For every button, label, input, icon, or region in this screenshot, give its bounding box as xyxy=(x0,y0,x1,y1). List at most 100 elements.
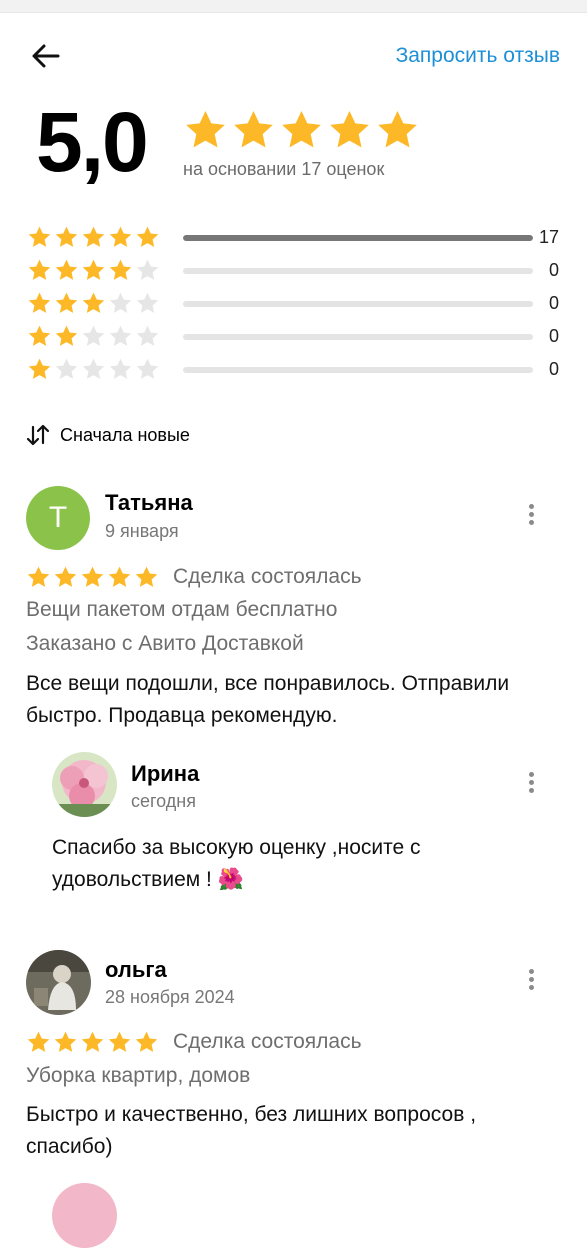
star-empty-icon xyxy=(109,325,132,346)
star-filled-icon xyxy=(136,226,159,247)
star-filled-icon xyxy=(55,259,78,280)
more-options-icon[interactable] xyxy=(521,501,541,531)
star-filled-icon xyxy=(54,1031,77,1052)
star-filled-icon xyxy=(27,1031,50,1052)
distribution-bar xyxy=(183,268,533,274)
star-filled-icon xyxy=(282,111,321,148)
reply-avatar[interactable] xyxy=(52,752,117,817)
distribution-bar xyxy=(183,235,533,241)
average-rating: 5,0 xyxy=(36,95,149,189)
request-review-link[interactable]: Запросить отзыв xyxy=(396,44,560,68)
delivery-note: Заказано с Авито Доставкой xyxy=(26,632,304,655)
review-author: Татьяна xyxy=(105,490,193,515)
star-filled-icon xyxy=(330,111,369,148)
user-photo-image xyxy=(26,950,91,1015)
distribution-bar xyxy=(183,367,533,373)
star-filled-icon xyxy=(28,325,51,346)
star-empty-icon xyxy=(136,292,159,313)
distribution-row: 0 xyxy=(27,324,567,350)
distribution-row: 0 xyxy=(27,291,567,317)
distribution-bar-fill xyxy=(183,235,533,241)
star-empty-icon xyxy=(82,358,105,379)
reply-text-line: Спасибо за высокую оценку ,носите с xyxy=(52,836,421,859)
star-filled-icon xyxy=(108,1031,131,1052)
distribution-stars xyxy=(27,291,160,316)
review-stars xyxy=(26,565,159,590)
star-empty-icon xyxy=(136,325,159,346)
average-rating-stars xyxy=(183,108,420,153)
star-filled-icon xyxy=(81,1031,104,1052)
distribution-stars xyxy=(27,357,160,382)
review-text-line: Быстро и качественно, без лишних вопросо… xyxy=(26,1103,477,1126)
star-filled-icon xyxy=(378,111,417,148)
star-filled-icon xyxy=(55,226,78,247)
review-date: 28 ноября 2024 xyxy=(105,987,235,1007)
deal-status: Сделка состоялась xyxy=(173,565,362,588)
review-text: Быстро и качественно, без лишних вопросо… xyxy=(26,1099,476,1163)
distribution-count: 0 xyxy=(548,260,559,280)
review-text-line: спасибо) xyxy=(26,1135,113,1158)
star-filled-icon xyxy=(108,566,131,587)
review-text-line: быстро. Продавца рекомендую. xyxy=(26,704,338,727)
review-text-line: Все вещи подошли, все понравилось. Отпра… xyxy=(26,672,510,695)
sort-button[interactable]: Сначала новые xyxy=(26,424,190,446)
star-filled-icon xyxy=(27,566,50,587)
status-bar xyxy=(0,0,587,13)
star-filled-icon xyxy=(28,226,51,247)
review-author: ольга xyxy=(105,957,167,982)
avatar[interactable] xyxy=(26,950,91,1015)
star-filled-icon xyxy=(55,325,78,346)
reply-text-line: удовольствием ! 🌺 xyxy=(52,868,244,891)
distribution-row: 0 xyxy=(27,258,567,284)
distribution-bar xyxy=(183,334,533,340)
distribution-stars xyxy=(27,225,160,250)
back-arrow-icon[interactable] xyxy=(28,38,64,74)
reply-date: сегодня xyxy=(131,791,196,811)
flower-avatar-image xyxy=(52,752,117,817)
star-filled-icon xyxy=(55,292,78,313)
star-empty-icon xyxy=(55,358,78,379)
star-filled-icon xyxy=(82,259,105,280)
distribution-count: 0 xyxy=(548,359,559,379)
distribution-bar xyxy=(183,301,533,307)
review-date: 9 января xyxy=(105,521,179,541)
star-filled-icon xyxy=(82,226,105,247)
distribution-count: 17 xyxy=(538,227,559,247)
reply-text: Спасибо за высокую оценку ,носите с удов… xyxy=(52,832,421,896)
more-options-icon[interactable] xyxy=(521,769,541,799)
review-stars xyxy=(26,1030,159,1055)
more-options-icon[interactable] xyxy=(521,966,541,996)
distribution-stars xyxy=(27,258,160,283)
star-empty-icon xyxy=(82,325,105,346)
star-filled-icon xyxy=(135,566,158,587)
star-filled-icon xyxy=(234,111,273,148)
distribution-count: 0 xyxy=(548,326,559,346)
star-filled-icon xyxy=(28,358,51,379)
sort-label: Сначала новые xyxy=(60,424,190,445)
next-avatar[interactable] xyxy=(52,1183,117,1248)
star-empty-icon xyxy=(109,292,132,313)
star-filled-icon xyxy=(28,259,51,280)
star-filled-icon xyxy=(54,566,77,587)
star-filled-icon xyxy=(186,111,225,148)
sort-arrows-icon xyxy=(26,424,50,446)
star-filled-icon xyxy=(82,292,105,313)
review-item-title[interactable]: Вещи пакетом отдам бесплатно xyxy=(26,598,337,622)
review-item-title[interactable]: Уборка квартир, домов xyxy=(26,1064,250,1088)
distribution-row: 0 xyxy=(27,357,567,383)
deal-status: Сделка состоялась xyxy=(173,1030,362,1053)
avatar[interactable]: Т xyxy=(26,486,90,550)
review-text: Все вещи подошли, все понравилось. Отпра… xyxy=(26,668,509,732)
star-empty-icon xyxy=(136,358,159,379)
distribution-count: 0 xyxy=(548,293,559,313)
reply-author: Ирина xyxy=(131,761,200,786)
distribution-stars xyxy=(27,324,160,349)
distribution-row: 17 xyxy=(27,225,567,251)
star-filled-icon xyxy=(81,566,104,587)
star-filled-icon xyxy=(109,226,132,247)
star-filled-icon xyxy=(28,292,51,313)
star-empty-icon xyxy=(136,259,159,280)
star-empty-icon xyxy=(109,358,132,379)
star-filled-icon xyxy=(109,259,132,280)
star-filled-icon xyxy=(135,1031,158,1052)
